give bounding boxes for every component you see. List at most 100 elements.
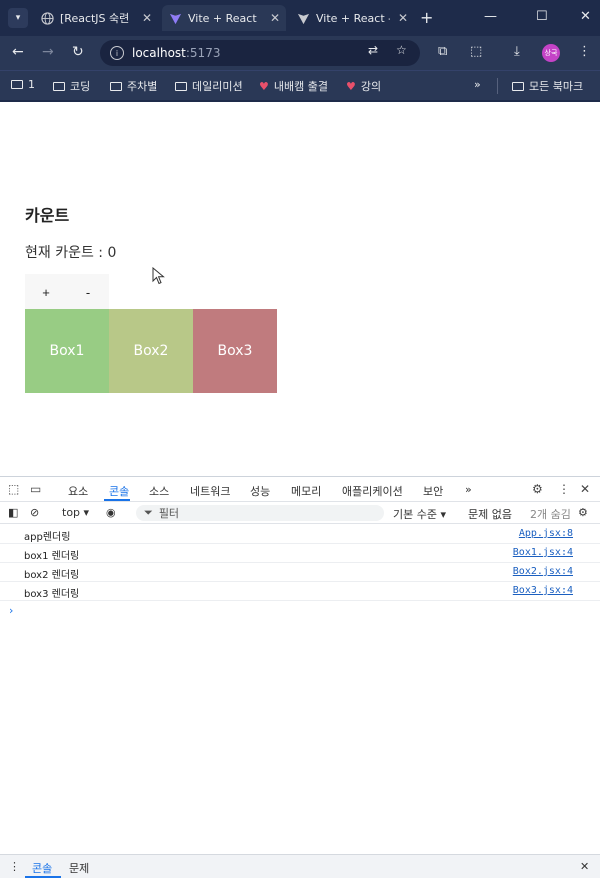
bookmark-label: 데일리미션: [192, 80, 243, 93]
drawer-tab-issues[interactable]: 문제: [69, 860, 89, 876]
devtools-close-icon[interactable]: ✕: [580, 482, 590, 496]
tab-title: Vite + React -: [316, 11, 390, 25]
globe-icon: [40, 11, 54, 25]
settings-gear-icon[interactable]: ⚙: [532, 482, 543, 496]
log-message: app렌더링: [24, 532, 71, 543]
forward-icon[interactable]: →: [42, 44, 54, 60]
active-tab-indicator: [104, 499, 130, 501]
clear-console-icon[interactable]: ⊘: [30, 506, 39, 519]
log-source-link[interactable]: App.jsx:8: [519, 528, 573, 539]
log-message: box2 렌더링: [24, 570, 80, 581]
box2: Box2: [109, 309, 193, 393]
console-log-row: app렌더링 App.jsx:8: [0, 525, 600, 544]
close-icon[interactable]: ✕: [398, 11, 408, 25]
close-icon[interactable]: ✕: [270, 11, 280, 25]
more-tabs-button[interactable]: »: [465, 483, 472, 496]
tab-title: Vite + React: [188, 11, 257, 25]
tab-application[interactable]: 애플리케이션: [342, 483, 403, 499]
drawer-close-icon[interactable]: ✕: [580, 860, 589, 873]
bookmark-label: 코딩: [70, 80, 91, 93]
url-port: :5173: [185, 46, 221, 60]
bookmark-attendance[interactable]: ♥ 내배캠 출결: [259, 78, 328, 94]
context-selector[interactable]: top ▾: [62, 506, 89, 519]
tab-console[interactable]: 콘솔: [109, 483, 129, 499]
bookmark-folder-weekly[interactable]: 주차별: [110, 78, 157, 94]
increment-button[interactable]: +: [25, 274, 67, 310]
browser-toolbar: ← → ↻ i localhost :5173 ⇄ ☆ ⧉ ⬚ ⤓ ⋮: [0, 36, 600, 70]
bookmark-star-icon[interactable]: ☆: [396, 43, 407, 57]
tab-memory[interactable]: 메모리: [291, 483, 321, 499]
filter-placeholder: 필터: [158, 507, 180, 520]
log-message: box1 렌더링: [24, 551, 80, 562]
tab-strip: ▾ [ReactJS 숙련 ✕ Vite + React ✕ Vite + Re…: [0, 0, 600, 36]
sidebar-toggle-icon[interactable]: ◧: [8, 506, 18, 519]
extension-icon[interactable]: ⧉: [438, 44, 447, 59]
current-count: 현재 카운트 : 0: [25, 245, 117, 261]
device-toolbar-icon[interactable]: ▭: [30, 482, 41, 496]
vite-icon: [168, 11, 182, 25]
tab-vite-react-active[interactable]: Vite + React ✕: [162, 5, 287, 31]
folder-icon: [53, 81, 65, 91]
log-source-link[interactable]: Box3.jsx:4: [513, 585, 573, 596]
issues-count[interactable]: 문제 없음: [468, 506, 512, 522]
maximize-icon[interactable]: ☐: [536, 9, 548, 24]
live-expression-eye-icon[interactable]: ◉: [106, 506, 116, 519]
profile-avatar[interactable]: 상국: [542, 44, 560, 62]
devtools-panel: ⬚ ▭ 요소 콘솔 소스 네트워크 성능 메모리 애플리케이션 보안 » ⚙ ⋮…: [0, 476, 600, 878]
tab-reactjs[interactable]: [ReactJS 숙련 ✕: [34, 5, 158, 31]
bookmark-folder-daily[interactable]: 데일리미션: [175, 78, 243, 94]
reload-icon[interactable]: ↻: [72, 44, 84, 60]
inspect-element-icon[interactable]: ⬚: [8, 482, 19, 496]
devtools-drawer: ⋮ 콘솔 문제 ✕: [0, 854, 600, 878]
bookmarks-separator: [497, 78, 498, 94]
devtools-tabbar: ⬚ ▭ 요소 콘솔 소스 네트워크 성능 메모리 애플리케이션 보안 » ⚙ ⋮…: [0, 477, 600, 502]
tab-search-icon[interactable]: ▾: [8, 8, 28, 28]
more-bookmarks-button[interactable]: »: [474, 78, 481, 91]
console-filter-input[interactable]: ⏷ 필터: [136, 505, 384, 521]
site-info-icon[interactable]: i: [110, 46, 124, 60]
heart-icon: ♥: [346, 79, 356, 93]
log-source-link[interactable]: Box1.jsx:4: [513, 547, 573, 558]
folder-icon: [512, 81, 524, 91]
close-icon[interactable]: ✕: [142, 11, 152, 25]
browser-chrome: ▾ [ReactJS 숙련 ✕ Vite + React ✕ Vite + Re…: [0, 0, 600, 102]
drawer-menu-icon[interactable]: ⋮: [9, 860, 20, 873]
devtools-menu-icon[interactable]: ⋮: [558, 482, 570, 496]
url-host: localhost: [132, 46, 186, 60]
bookmark-label: 1: [28, 78, 35, 91]
bookmarks-bar: 1 코딩 주차별 데일리미션 ♥ 내배캠 출결 ♥ 강의 » 모든 북마크: [0, 70, 600, 100]
back-icon[interactable]: ←: [12, 44, 24, 60]
drawer-tab-console[interactable]: 콘솔: [32, 860, 52, 876]
page-viewport: 카운트 현재 카운트 : 0 + - Box1 Box2 Box3: [0, 102, 600, 476]
bookmark-lecture[interactable]: ♥ 강의: [346, 78, 381, 94]
bookmark-folder-coding[interactable]: 코딩: [53, 78, 90, 94]
console-log-row: box1 렌더링 Box1.jsx:4: [0, 544, 600, 563]
new-tab-button[interactable]: +: [420, 8, 433, 27]
window-close-icon[interactable]: ✕: [580, 9, 591, 24]
all-bookmarks-folder[interactable]: 모든 북마크: [512, 78, 583, 94]
minimize-icon[interactable]: —: [484, 9, 497, 24]
menu-kebab-icon[interactable]: ⋮: [578, 44, 591, 59]
console-settings-gear-icon[interactable]: ⚙: [578, 506, 588, 519]
decrement-button[interactable]: -: [67, 274, 109, 310]
log-level-selector[interactable]: 기본 수준 ▾: [393, 506, 446, 522]
tab-sources[interactable]: 소스: [149, 483, 169, 499]
box1: Box1: [25, 309, 109, 393]
translate-icon[interactable]: ⇄: [368, 43, 378, 57]
tab-performance[interactable]: 성능: [250, 483, 270, 499]
folder-icon: [110, 81, 122, 91]
bookmark-folder-1[interactable]: 1: [11, 78, 35, 91]
console-log-row: box2 렌더링 Box2.jsx:4: [0, 563, 600, 582]
tab-network[interactable]: 네트워크: [190, 483, 230, 499]
folder-icon: [11, 80, 23, 89]
console-prompt-chevron-icon[interactable]: ›: [9, 604, 13, 617]
tab-security[interactable]: 보안: [423, 483, 443, 499]
download-icon[interactable]: ⤓: [514, 44, 520, 59]
puzzle-icon[interactable]: ⬚: [470, 44, 482, 59]
hidden-count: 2개 숨김: [530, 508, 571, 521]
log-source-link[interactable]: Box2.jsx:4: [513, 566, 573, 577]
tab-elements[interactable]: 요소: [68, 483, 88, 499]
tab-vite-react-2[interactable]: Vite + React - ✕: [290, 5, 414, 31]
count-heading: 카운트: [25, 206, 70, 225]
filter-icon: ⏷: [144, 506, 153, 519]
